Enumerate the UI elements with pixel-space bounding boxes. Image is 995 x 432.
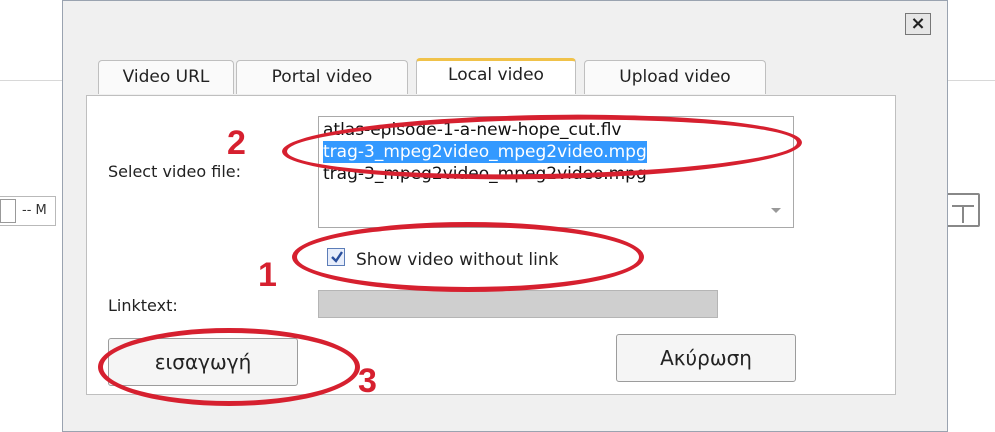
video-file-listbox[interactable]: atlas-episode-1-a-new-hope_cut.flv trag-… [318,116,794,228]
select-video-label: Select video file: [108,162,241,181]
tab-video-url[interactable]: Video URL [98,60,234,94]
annotation-step-1: 1 [258,256,277,294]
page-divider-top [0,80,62,81]
tab-local-video[interactable]: Local video [416,58,576,94]
page-select-text: -- M [22,203,47,218]
scroll-down-icon[interactable] [771,208,781,213]
file-item[interactable]: trag-3_mpeg2video_mpeg2video.mpg [323,163,647,185]
page-checkbox[interactable] [0,198,16,223]
page-divider-right [948,80,995,81]
annotation-step-3: 3 [358,362,377,400]
close-button[interactable]: × [905,13,931,35]
file-item[interactable]: atlas-episode-1-a-new-hope_cut.flv [323,119,622,141]
annotation-step-2: 2 [227,124,246,162]
table-icon[interactable] [946,193,980,227]
cancel-button[interactable]: Ακύρωση [616,334,796,382]
page-select-field[interactable]: -- M [0,196,56,226]
checkmark-icon [331,251,343,263]
show-without-link-checkbox[interactable] [327,248,345,266]
show-without-link-label[interactable]: Show video without link [356,250,559,270]
file-item-selected[interactable]: trag-3_mpeg2video_mpeg2video.mpg [323,141,647,163]
tab-portal-video[interactable]: Portal video [236,60,408,94]
insert-button[interactable]: εισαγωγή [108,338,298,386]
linktext-label: Linktext: [108,296,178,315]
linktext-input[interactable] [318,290,718,318]
tab-upload-video[interactable]: Upload video [584,60,766,94]
